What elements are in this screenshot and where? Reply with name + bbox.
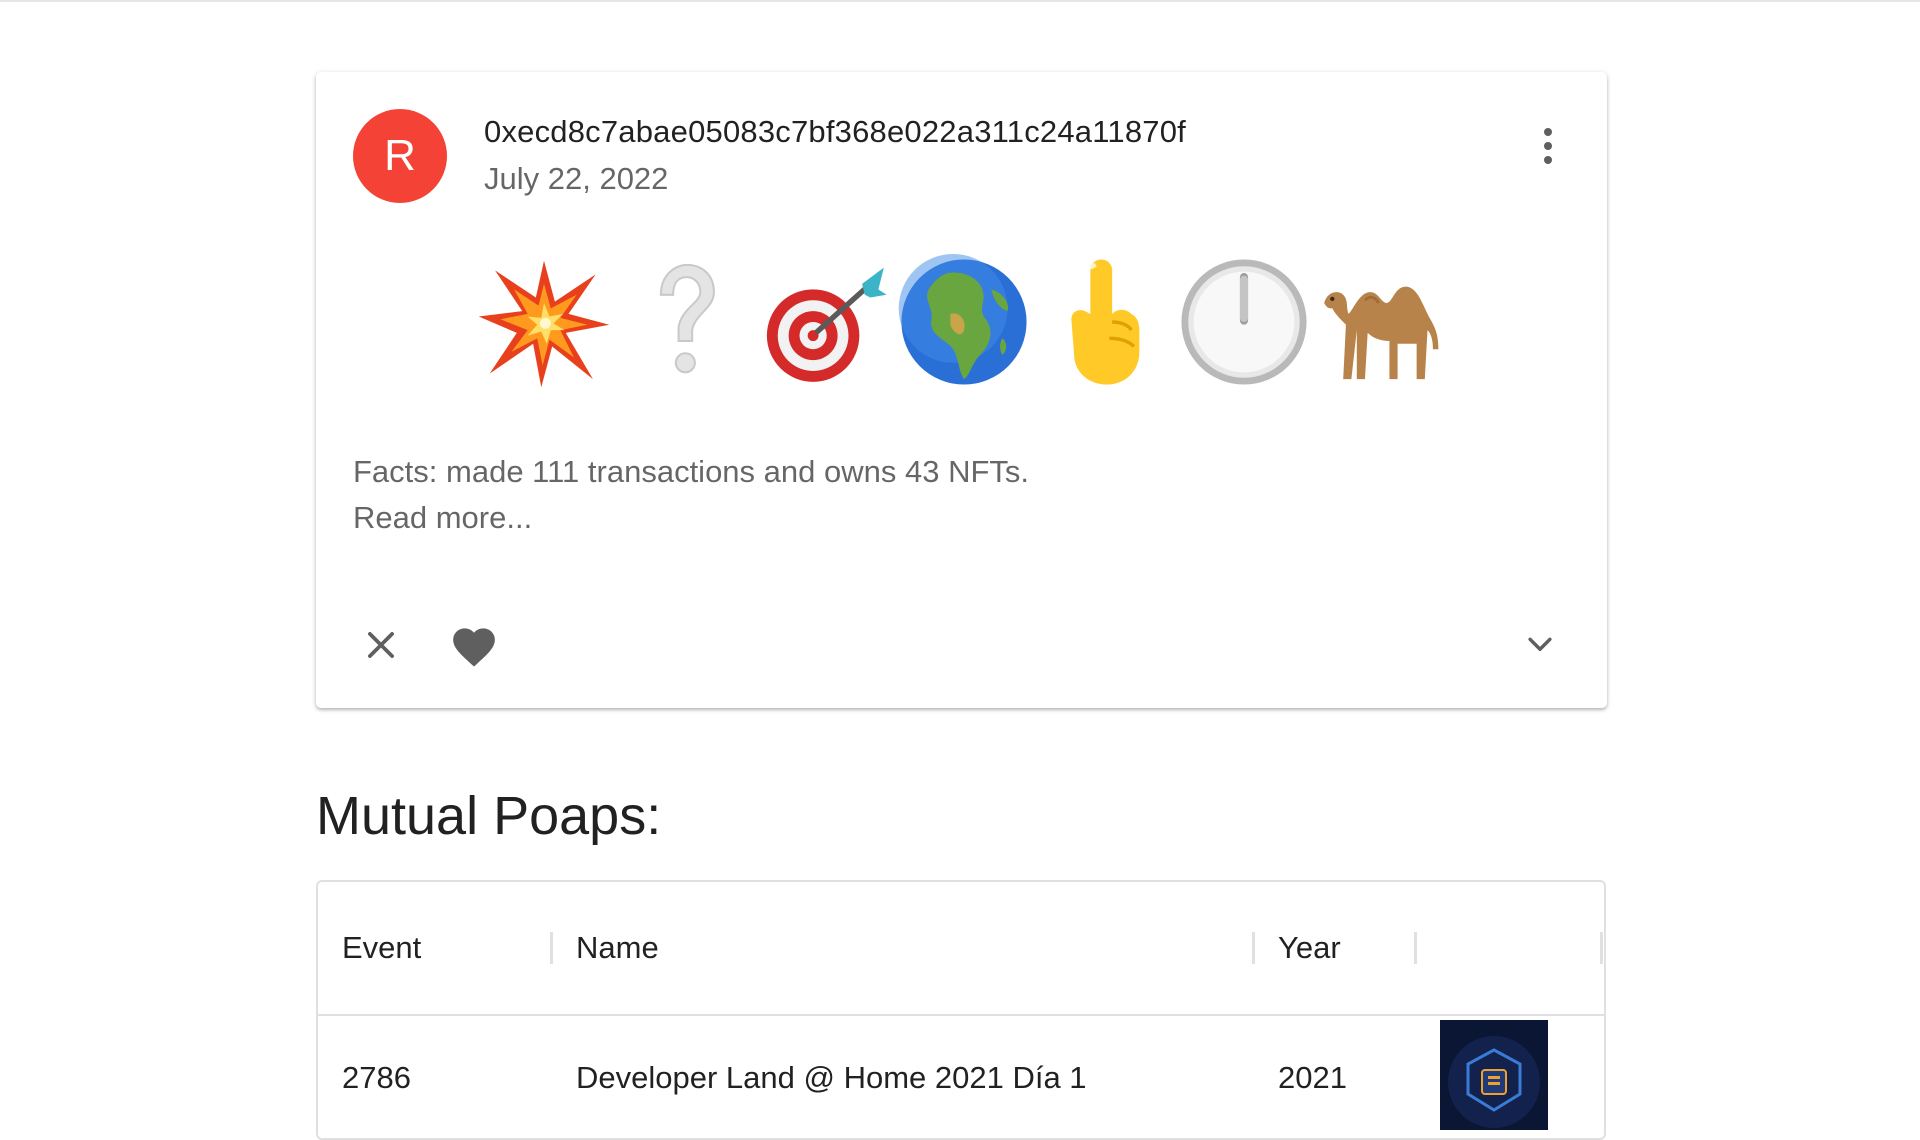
poap-badge-image (1440, 1020, 1548, 1130)
post-date: July 22, 2022 (484, 161, 669, 196)
globe-icon (898, 254, 1027, 385)
poaps-table: Event Name Year 2786 Developer Land @ Ho… (316, 880, 1606, 1140)
column-separator[interactable] (1414, 932, 1417, 964)
wallet-address: 0xecd8c7abae05083c7bf368e022a311c24a1187… (484, 114, 1186, 149)
column-header-name[interactable]: Name (576, 930, 659, 966)
more-vert-icon-dot-3 (1544, 156, 1552, 164)
chevron-down-icon (1528, 637, 1552, 651)
facts-text: Facts: made 111 transactions and owns 43… (353, 454, 1030, 489)
more-vert-icon-dot-2 (1544, 142, 1552, 150)
dislike-button[interactable] (349, 613, 413, 677)
question-mark-icon (659, 263, 715, 374)
column-separator[interactable] (1600, 932, 1603, 964)
column-header-year[interactable]: Year (1278, 930, 1341, 966)
expand-button[interactable] (1508, 613, 1572, 677)
close-icon (368, 632, 394, 658)
clock-icon (1181, 259, 1307, 385)
more-vert-icon (1544, 128, 1552, 136)
avatar: R (353, 109, 447, 203)
top-divider (0, 0, 1920, 2)
column-separator[interactable] (1252, 932, 1255, 964)
emoji-strip (476, 247, 1476, 397)
table-row[interactable]: 2786 Developer Land @ Home 2021 Día 1 20… (318, 1018, 1604, 1138)
like-button[interactable] (442, 613, 506, 677)
column-separator[interactable] (550, 932, 553, 964)
cell-year: 2021 (1278, 1060, 1347, 1095)
profile-card: R 0xecd8c7abae05083c7bf368e022a311c24a11… (316, 72, 1607, 708)
column-header-event[interactable]: Event (342, 930, 421, 966)
avatar-letter: R (384, 131, 416, 180)
heart-icon (453, 628, 495, 667)
pointing-up-icon (1071, 259, 1140, 385)
cell-event: 2786 (342, 1060, 411, 1095)
camel-icon (1324, 286, 1439, 380)
read-more-link[interactable]: Read more... (353, 495, 532, 541)
more-options-button[interactable] (1524, 118, 1572, 174)
poap-badge-graphic (1440, 1020, 1548, 1130)
cell-name: Developer Land @ Home 2021 Día 1 (576, 1060, 1087, 1095)
table-header: Event Name Year (318, 882, 1604, 1016)
direct-hit-icon (766, 267, 887, 382)
mutual-poaps-title: Mutual Poaps: (316, 786, 662, 846)
collision-icon (478, 260, 610, 388)
